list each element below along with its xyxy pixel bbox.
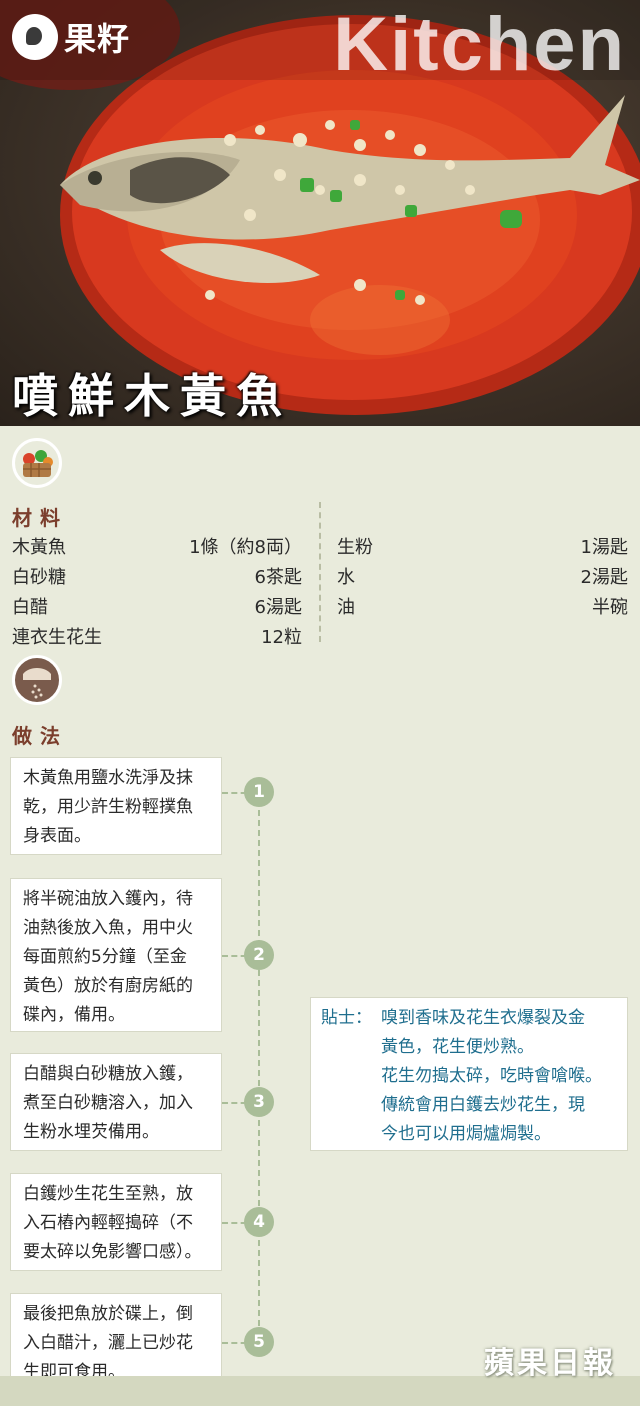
ingredient-row: 白醋 6湯匙	[12, 593, 302, 619]
tip-label: 貼士：	[321, 1008, 372, 1028]
step-card: 白醋與白砂糖放入鑊， 煮至白砂糖溶入，加入 生粉水埋芡備用。	[10, 1053, 222, 1151]
step-card: 將半碗油放入鑊內，待 油熱後放入魚，用中火 每面煎約5分鐘（至金 黃色）放於有廚…	[10, 878, 222, 1032]
step-number: 3	[244, 1087, 274, 1117]
ingredient-name: 生粉	[337, 537, 373, 558]
ingredient-qty: 12粒	[261, 627, 302, 648]
ingredient-name: 白醋	[12, 597, 48, 618]
ingredient-row: 白砂糖 6茶匙	[12, 563, 302, 589]
ingredient-row: 連衣生花生 12粒	[12, 623, 302, 649]
step-line: 入白醋汁，灑上已炒花	[23, 1333, 193, 1353]
ingredient-qty: 6湯匙	[254, 597, 302, 618]
ingredient-name: 水	[337, 567, 355, 588]
ingredient-qty: 1湯匙	[580, 537, 628, 558]
vegetable-basket-icon	[12, 438, 62, 488]
steps-timeline	[258, 790, 260, 1346]
step-line: 乾，用少許生粉輕撲魚	[23, 797, 193, 817]
tip-line: 黃色，花生便炒熟。	[381, 1037, 534, 1057]
publisher-logo: 蘋果日報	[484, 1346, 616, 1381]
ingredient-row: 木黃魚 1條（約8両）	[12, 533, 302, 559]
ingredient-row: 油 半碗	[337, 593, 628, 619]
tip-text: 嗅到香味及花生衣爆裂及金 黃色，花生便炒熟。 花生勿搗太碎，吃時會嗆喉。 傳統會…	[381, 1004, 621, 1149]
ingredient-name: 木黃魚	[12, 537, 66, 558]
step-line: 黃色）放於有廚房紙的	[23, 976, 193, 996]
step-card: 白鑊炒生花生至熟，放 入石樁內輕輕搗碎（不 要太碎以免影響口感）。	[10, 1173, 222, 1271]
tip-line: 嗅到香味及花生衣爆裂及金	[381, 1008, 585, 1028]
tip-line: 花生勿搗太碎，吃時會嗆喉。	[381, 1066, 602, 1086]
apple-daily-logo-icon	[12, 14, 58, 60]
tip-box: 貼士： 嗅到香味及花生衣爆裂及金 黃色，花生便炒熟。 花生勿搗太碎，吃時會嗆喉。…	[310, 997, 628, 1151]
hero-photo: 果籽 Kitchen 噴鮮木黃魚	[0, 0, 640, 426]
step-line: 白鑊炒生花生至熟，放	[23, 1184, 193, 1204]
step-line: 碟內，備用。	[23, 1005, 125, 1025]
step-line: 入石樁內輕輕搗碎（不	[23, 1213, 193, 1233]
hand-sprinkle-icon	[12, 655, 62, 705]
ingredients-heading: 材料	[12, 506, 68, 530]
ingredient-qty: 6茶匙	[254, 567, 302, 588]
method-heading: 做法	[12, 724, 68, 748]
step-number: 5	[244, 1327, 274, 1357]
brand-logo: 果籽	[12, 14, 130, 60]
step-line: 煮至白砂糖溶入，加入	[23, 1093, 193, 1113]
brand-name: 果籽	[64, 20, 131, 58]
ingredients-divider	[319, 502, 321, 642]
tip-line: 今也可以用焗爐焗製。	[381, 1124, 551, 1144]
ingredient-qty: 1條（約8両）	[189, 537, 302, 558]
step-line: 最後把魚放於碟上，倒	[23, 1304, 193, 1324]
step-number: 4	[244, 1207, 274, 1237]
step-line: 每面煎約5分鐘（至金	[23, 947, 187, 967]
step-number: 2	[244, 940, 274, 970]
step-line: 木黃魚用鹽水洗淨及抹	[23, 768, 193, 788]
step-number: 1	[244, 777, 274, 807]
step-line: 要太碎以免影響口感）。	[23, 1242, 202, 1262]
step-line: 白醋與白砂糖放入鑊，	[23, 1064, 193, 1084]
ingredient-qty: 2湯匙	[580, 567, 628, 588]
dish-title: 噴鮮木黃魚	[12, 369, 292, 423]
ingredient-name: 白砂糖	[12, 567, 66, 588]
tip-line: 傳統會用白鑊去炒花生，現	[381, 1095, 585, 1115]
step-card: 木黃魚用鹽水洗淨及抹 乾，用少許生粉輕撲魚 身表面。	[10, 757, 222, 855]
step-line: 身表面。	[23, 826, 91, 846]
ingredient-name: 油	[337, 597, 355, 618]
step-line: 油熱後放入魚，用中火	[23, 918, 193, 938]
step-line: 將半碗油放入鑊內，待	[23, 889, 193, 909]
ingredient-name: 連衣生花生	[12, 627, 102, 648]
ingredient-row: 生粉 1湯匙	[337, 533, 628, 559]
step-line: 生粉水埋芡備用。	[23, 1122, 159, 1142]
ingredient-row: 水 2湯匙	[337, 563, 628, 589]
ingredient-qty: 半碗	[592, 597, 628, 618]
kitchen-watermark: Kitchen	[333, 2, 626, 87]
